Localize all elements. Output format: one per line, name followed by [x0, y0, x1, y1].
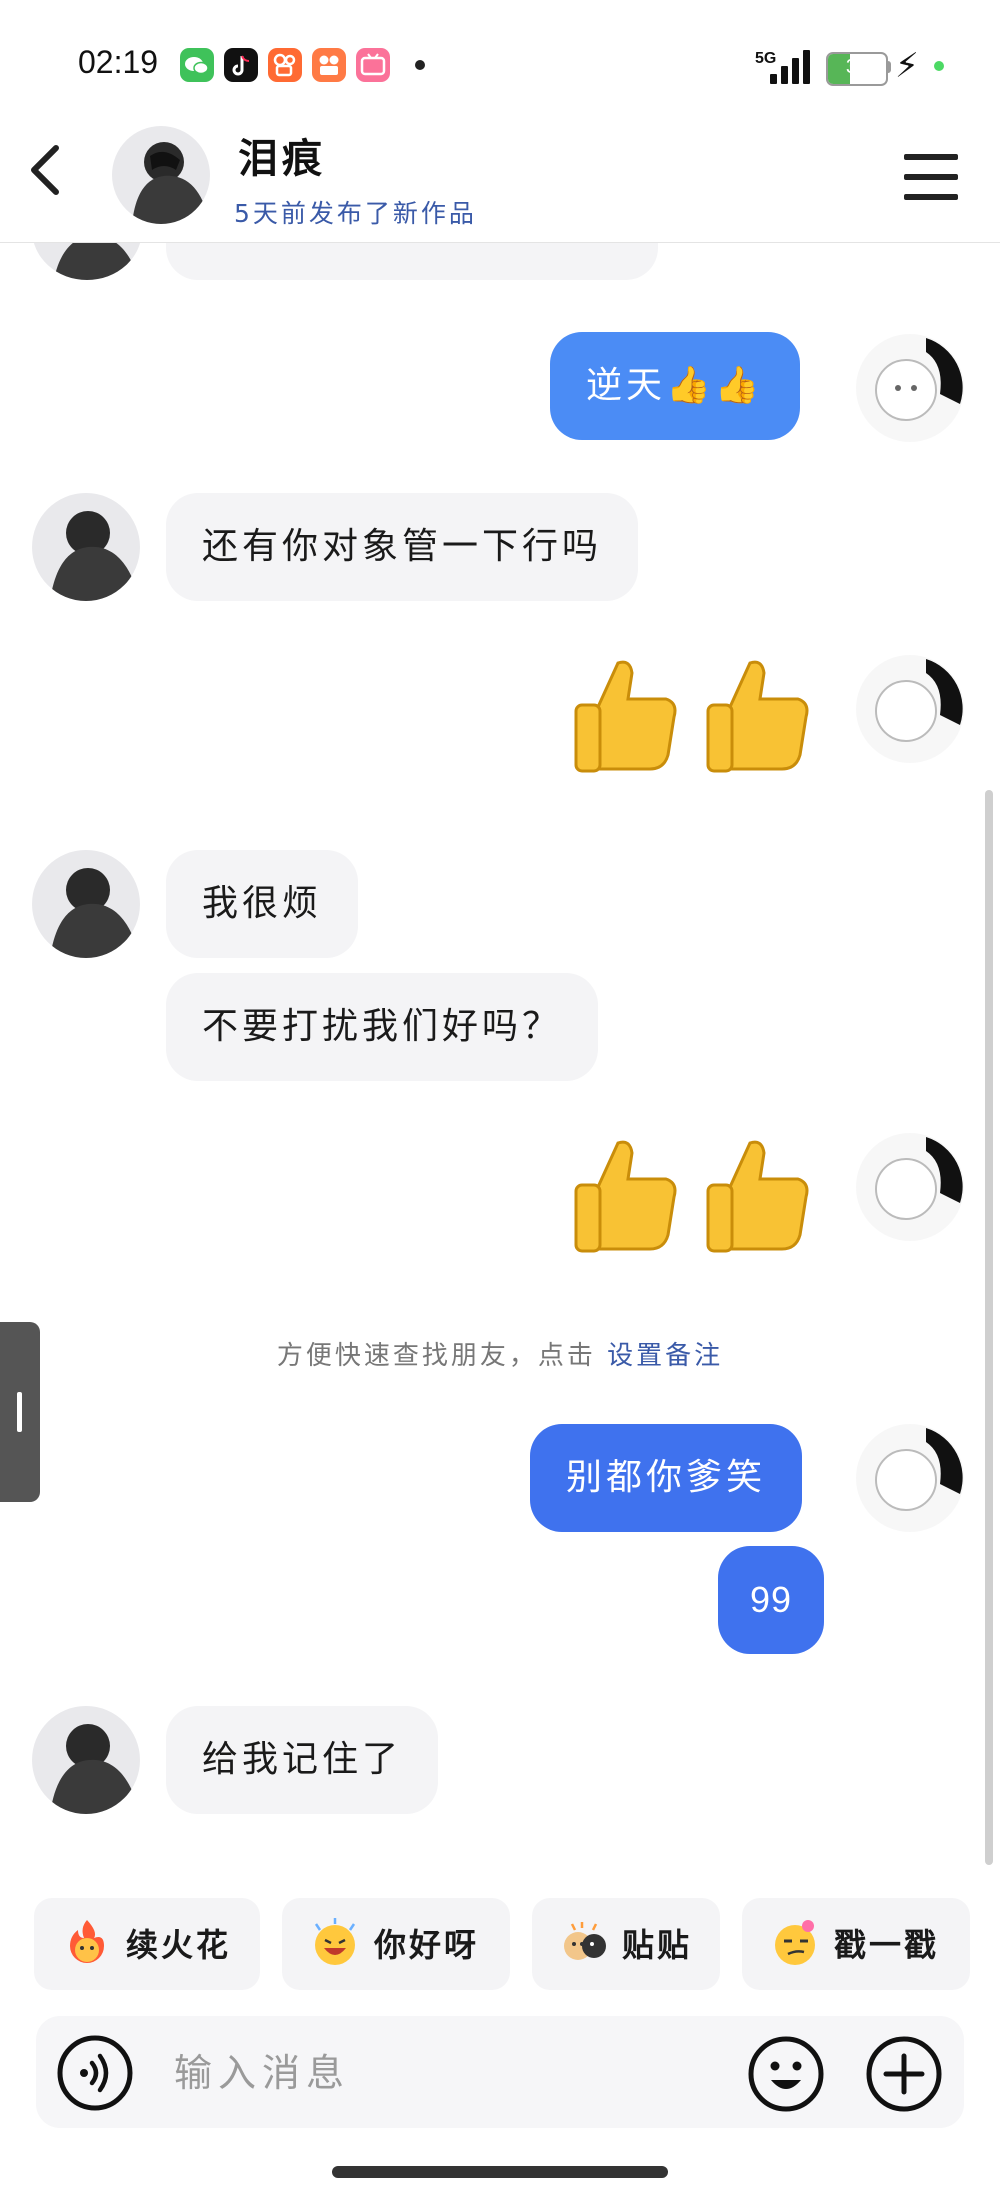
message-text: 给我记住了	[202, 1739, 403, 1780]
plus-icon	[866, 2036, 942, 2112]
message-text: 逆天👍👍	[586, 365, 764, 406]
my-avatar[interactable]	[856, 655, 964, 763]
chat-header: 泪痕 5天前发布了新作品	[0, 100, 1000, 243]
contact-message-avatar[interactable]	[32, 1706, 140, 1814]
bilibili-icon	[356, 48, 390, 82]
laughing-face-icon	[314, 1918, 356, 1965]
voice-icon	[57, 2035, 133, 2111]
contact-status[interactable]: 5天前发布了新作品	[234, 194, 477, 230]
message-text: 我很烦	[202, 883, 323, 924]
signal-icon	[770, 48, 814, 84]
quick-reply-spark[interactable]: 续火花	[34, 1898, 260, 1990]
emoji-icon	[748, 2036, 824, 2112]
battery-level: 38	[845, 56, 869, 78]
quick-reply-cuddle[interactable]: 贴贴	[532, 1898, 720, 1990]
message-text: 还有你对象管一下行吗	[202, 526, 603, 567]
thumbs-up-icon	[706, 660, 809, 773]
voice-button[interactable]	[56, 2034, 134, 2112]
battery-tip	[886, 61, 891, 73]
message-input[interactable]	[174, 2046, 734, 2100]
home-indicator[interactable]	[332, 2166, 668, 2178]
hint-text: 方便快速查找朋友，点击	[276, 1341, 596, 1371]
emoji-button[interactable]	[746, 2034, 826, 2114]
quick-reply-label: 续火花	[126, 1926, 232, 1964]
status-time: 02:19	[78, 44, 159, 80]
quick-reply-label: 你好呀	[374, 1926, 480, 1964]
notification-dot	[415, 60, 425, 70]
side-drawer-handle[interactable]	[0, 1322, 40, 1502]
dog-sticker-icon	[564, 1922, 606, 1960]
app-icon	[312, 48, 346, 82]
my-avatar[interactable]	[856, 1133, 964, 1241]
kuaishou-icon	[268, 48, 302, 82]
set-remark-link[interactable]: 设置备注	[607, 1341, 723, 1371]
my-avatar[interactable]	[856, 334, 964, 442]
thumbs-up-emoji-message[interactable]	[570, 655, 830, 785]
back-button[interactable]	[18, 140, 78, 200]
battery-icon: 38	[826, 52, 888, 86]
scrollbar[interactable]	[985, 790, 993, 1865]
incoming-message-bubble[interactable]: 我很烦	[166, 850, 359, 958]
menu-icon	[904, 154, 958, 160]
thumbs-up-icon	[574, 1140, 677, 1253]
system-hint: 方便快速查找朋友，点击 设置备注	[0, 1335, 1000, 1372]
incoming-message-bubble[interactable]: 不要打扰我们好吗？	[166, 973, 599, 1081]
quick-reply-hello[interactable]: 你好呀	[282, 1898, 510, 1990]
message-text: 不要打扰我们好吗？	[202, 1006, 563, 1047]
contact-avatar[interactable]	[112, 126, 210, 224]
incoming-message-bubble[interactable]: 给我记住了	[166, 1706, 439, 1814]
outgoing-message-bubble[interactable]: 逆天👍👍	[550, 332, 800, 440]
chevron-left-icon	[31, 145, 59, 195]
contact-name[interactable]: 泪痕	[238, 126, 326, 184]
message-text: 99	[750, 1579, 793, 1620]
wechat-icon	[180, 48, 214, 82]
privacy-indicator	[934, 61, 944, 71]
thumbs-up-icon	[574, 660, 677, 773]
quick-reply-poke[interactable]: 戳一戳	[742, 1898, 970, 1990]
menu-button[interactable]	[900, 152, 960, 202]
my-avatar[interactable]	[856, 1424, 964, 1532]
smirk-face-icon	[775, 1920, 815, 1965]
contact-message-avatar[interactable]	[32, 493, 140, 601]
thumbs-up-icon	[706, 1140, 809, 1253]
quick-reply-label: 贴贴	[622, 1926, 693, 1964]
more-button[interactable]	[864, 2034, 944, 2114]
contact-message-avatar[interactable]	[32, 850, 140, 958]
charging-icon: ⚡	[895, 46, 919, 86]
thumbs-up-emoji-message[interactable]	[570, 1135, 830, 1265]
quick-reply-label: 戳一戳	[834, 1926, 940, 1964]
incoming-message-bubble[interactable]: 还有你对象管一下行吗	[166, 493, 639, 601]
tiktok-icon	[224, 48, 258, 82]
outgoing-message-bubble[interactable]: 别都你爹笑	[530, 1424, 803, 1532]
message-text: 别都你爹笑	[566, 1457, 767, 1498]
fire-face-icon	[70, 1920, 104, 1963]
outgoing-message-bubble[interactable]: 99	[718, 1546, 825, 1654]
